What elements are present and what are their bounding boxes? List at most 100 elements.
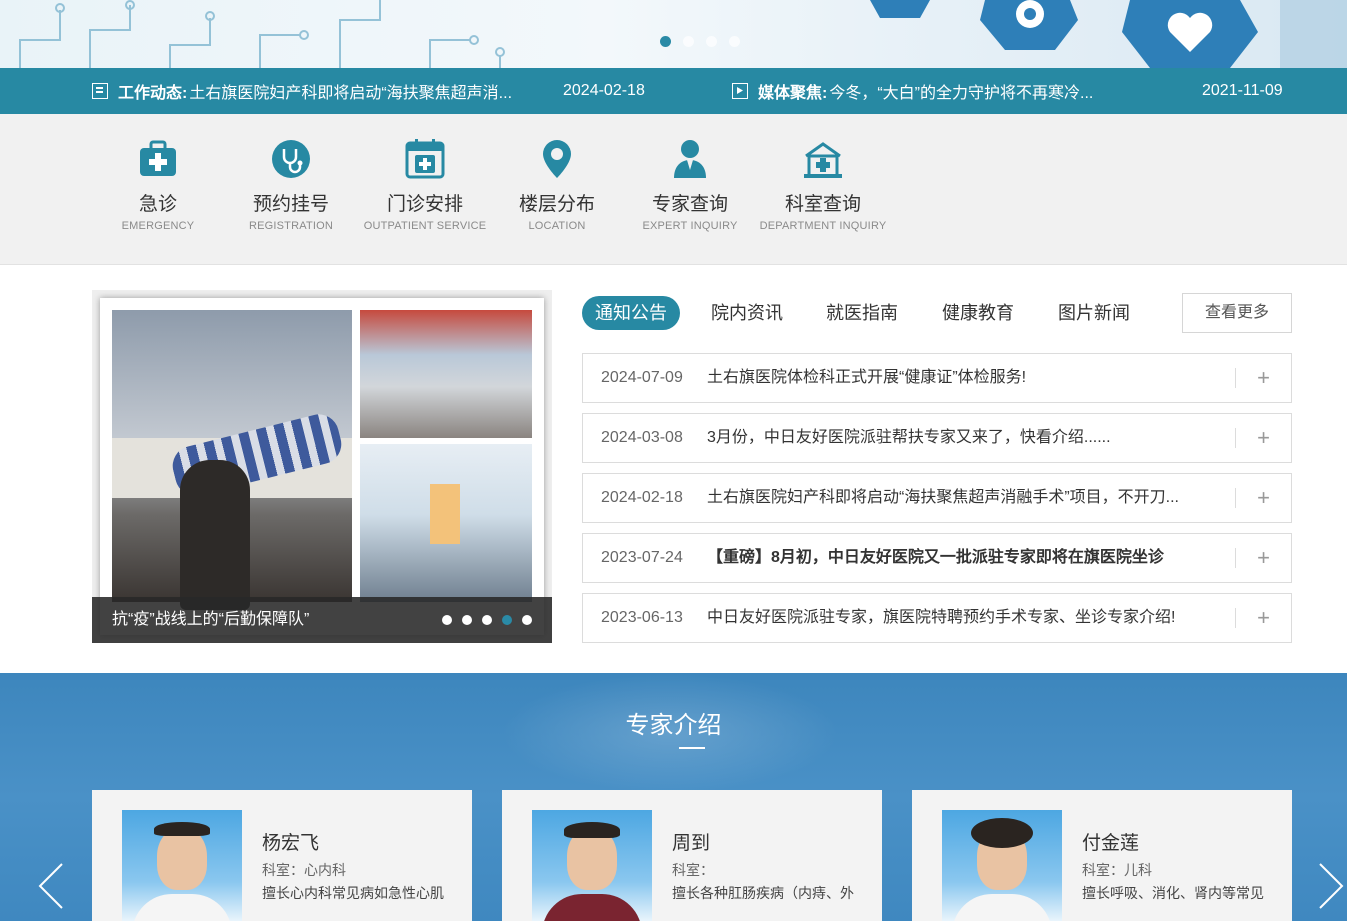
slider-dot[interactable] [522, 615, 532, 625]
tab-medical-guide[interactable]: 就医指南 [826, 296, 898, 330]
news-date: 2024-02-18 [601, 489, 683, 506]
news-date: 2023-06-13 [601, 609, 683, 626]
quick-link-title: 专家查询 [651, 194, 728, 215]
quick-link-title: 门诊安排 [386, 194, 463, 215]
play-icon [732, 83, 748, 99]
document-icon [92, 83, 108, 99]
tab-health-education[interactable]: 健康教育 [942, 296, 1014, 330]
banner-graphic [19, 0, 1347, 68]
slider-dot[interactable] [502, 615, 512, 625]
expert-department: 科室： [672, 862, 714, 878]
banner-pagination [660, 36, 740, 47]
slider-dot[interactable] [462, 615, 472, 625]
quick-link-registration[interactable]: 预约挂号 REGISTRATION [221, 138, 361, 232]
expert-description: 擅长呼吸、消化、肾内等常见 [1082, 885, 1264, 901]
calendar-icon [405, 139, 445, 179]
first-aid-icon [140, 140, 176, 176]
expert-section: 专家介绍 杨宏飞 科室：心内科 擅长心内科常见病如急性心肌 周到 科室： 擅长各… [0, 673, 1347, 921]
expert-card[interactable]: 杨宏飞 科室：心内科 擅长心内科常见病如急性心肌 [92, 790, 472, 921]
quick-link-location[interactable]: 楼层分布 LOCATION [487, 138, 627, 232]
banner-dot[interactable] [683, 36, 694, 47]
ticker-date: 2024-02-18 [563, 82, 645, 99]
title-underline [679, 747, 705, 749]
quick-link-title: 楼层分布 [518, 194, 595, 215]
plus-icon[interactable]: + [1235, 487, 1291, 509]
quick-link-title: 预约挂号 [252, 194, 329, 215]
plus-icon[interactable]: + [1235, 367, 1291, 389]
quick-link-subtitle: LOCATION [528, 220, 586, 232]
tab-photo-news[interactable]: 图片新闻 [1058, 296, 1130, 330]
news-item[interactable]: 2024-02-18 土右旗医院妇产科即将启动“海扶聚焦超声消融手术”项目，不开… [582, 473, 1292, 523]
tab-notices[interactable]: 通知公告 [582, 296, 680, 330]
expert-card[interactable]: 付金莲 科室：儿科 擅长呼吸、消化、肾内等常见 [912, 790, 1292, 921]
hospital-icon [804, 142, 842, 178]
photo-corridor [360, 444, 532, 602]
slider-dot[interactable] [442, 615, 452, 625]
ticker-date: 2021-11-09 [1202, 82, 1283, 99]
news-date: 2024-03-08 [601, 429, 683, 446]
slider-dot[interactable] [482, 615, 492, 625]
news-title[interactable]: 中日友好医院派驻专家，旗医院特聘预约手术专家、坐诊专家介绍! [707, 594, 1207, 642]
stethoscope-icon [272, 140, 310, 178]
banner-dot[interactable] [706, 36, 717, 47]
ticker-text[interactable]: 今冬，“大白”的全力守护将不再寒冷... [829, 79, 1093, 103]
photo-worker-carrying [112, 310, 352, 610]
quick-link-subtitle: EXPERT INQUIRY [642, 220, 738, 232]
expert-name[interactable]: 付金莲 [1082, 828, 1139, 855]
quick-link-subtitle: REGISTRATION [248, 220, 334, 232]
quick-link-emergency[interactable]: 急诊 EMERGENCY [88, 138, 228, 232]
news-item[interactable]: 2023-07-24 【重磅】8月初，中日友好医院又一批派驻专家即将在旗医院坐诊… [582, 533, 1292, 583]
expert-department: 科室：心内科 [262, 862, 346, 878]
ticker-text[interactable]: 土右旗医院妇产科即将启动“海扶聚焦超声消... [189, 79, 512, 103]
ticker-label: 媒体聚焦: [758, 85, 828, 102]
quick-link-title: 急诊 [138, 194, 177, 215]
news-date: 2024-07-09 [601, 369, 683, 386]
expert-description: 擅长各种肛肠疾病（内痔、外 [672, 885, 854, 901]
expert-photo [532, 810, 652, 921]
quick-link-expert[interactable]: 专家查询 EXPERT INQUIRY [620, 138, 760, 232]
view-more-button[interactable]: 查看更多 [1182, 293, 1292, 333]
news-title[interactable]: 土右旗医院妇产科即将启动“海扶聚焦超声消融手术”项目，不开刀... [707, 474, 1207, 522]
chevron-left-icon[interactable] [36, 860, 66, 912]
plus-icon[interactable]: + [1235, 607, 1291, 629]
news-item[interactable]: 2023-06-13 中日友好医院派驻专家，旗医院特聘预约手术专家、坐诊专家介绍… [582, 593, 1292, 643]
quick-links: 急诊 EMERGENCY 预约挂号 REGISTRATION 门诊安排 OUTP… [0, 114, 1347, 265]
news-date: 2023-07-24 [601, 549, 683, 566]
chevron-right-icon[interactable] [1316, 860, 1346, 912]
news-item[interactable]: 2024-07-09 土右旗医院体检科正式开展“健康证”体检服务! + [582, 353, 1292, 403]
photo-entrance [360, 310, 532, 438]
doctor-icon [674, 140, 706, 178]
slider-image [100, 298, 544, 635]
expert-photo [122, 810, 242, 921]
quick-link-subtitle: EMERGENCY [121, 220, 195, 232]
location-pin-icon [543, 140, 571, 178]
section-title: 专家介绍 [625, 712, 722, 739]
quick-link-title: 科室查询 [784, 194, 861, 215]
quick-link-subtitle: OUTPATIENT SERVICE [363, 220, 487, 232]
top-banner [0, 0, 1347, 68]
quick-link-subtitle: DEPARTMENT INQUIRY [759, 220, 887, 232]
expert-photo [942, 810, 1062, 921]
ticker-media-news[interactable]: 媒体聚焦: 今冬，“大白”的全力守护将不再寒冷... [732, 68, 1093, 114]
expert-card[interactable]: 周到 科室： 擅长各种肛肠疾病（内痔、外 [502, 790, 882, 921]
expert-department: 科室：儿科 [1082, 862, 1152, 878]
news-item[interactable]: 2024-03-08 3月份，中日友好医院派驻帮扶专家又来了，快看介绍.....… [582, 413, 1292, 463]
banner-dot[interactable] [729, 36, 740, 47]
quick-link-outpatient[interactable]: 门诊安排 OUTPATIENT SERVICE [355, 138, 495, 232]
banner-dot[interactable] [660, 36, 671, 47]
expert-name[interactable]: 周到 [672, 828, 710, 855]
quick-link-department[interactable]: 科室查询 DEPARTMENT INQUIRY [753, 138, 893, 232]
ticker-work-news[interactable]: 工作动态: 土右旗医院妇产科即将启动“海扶聚焦超声消... [92, 68, 512, 114]
plus-icon[interactable]: + [1235, 547, 1291, 569]
tab-hospital-news[interactable]: 院内资讯 [711, 296, 783, 330]
news-title[interactable]: 3月份，中日友好医院派驻帮扶专家又来了，快看介绍...... [707, 414, 1207, 462]
slider-pagination [442, 615, 532, 625]
news-title[interactable]: 土右旗医院体检科正式开展“健康证”体检服务! [707, 354, 1207, 402]
photo-slider[interactable]: 抗“疫”战线上的“后勤保障队” [92, 290, 552, 643]
ticker-label: 工作动态: [118, 85, 188, 102]
plus-icon[interactable]: + [1235, 427, 1291, 449]
news-ticker: 工作动态: 土右旗医院妇产科即将启动“海扶聚焦超声消... 2024-02-18… [0, 68, 1347, 114]
expert-name[interactable]: 杨宏飞 [262, 828, 319, 855]
expert-description: 擅长心内科常见病如急性心肌 [262, 885, 444, 901]
news-title[interactable]: 【重磅】8月初，中日友好医院又一批派驻专家即将在旗医院坐诊 [707, 534, 1207, 582]
